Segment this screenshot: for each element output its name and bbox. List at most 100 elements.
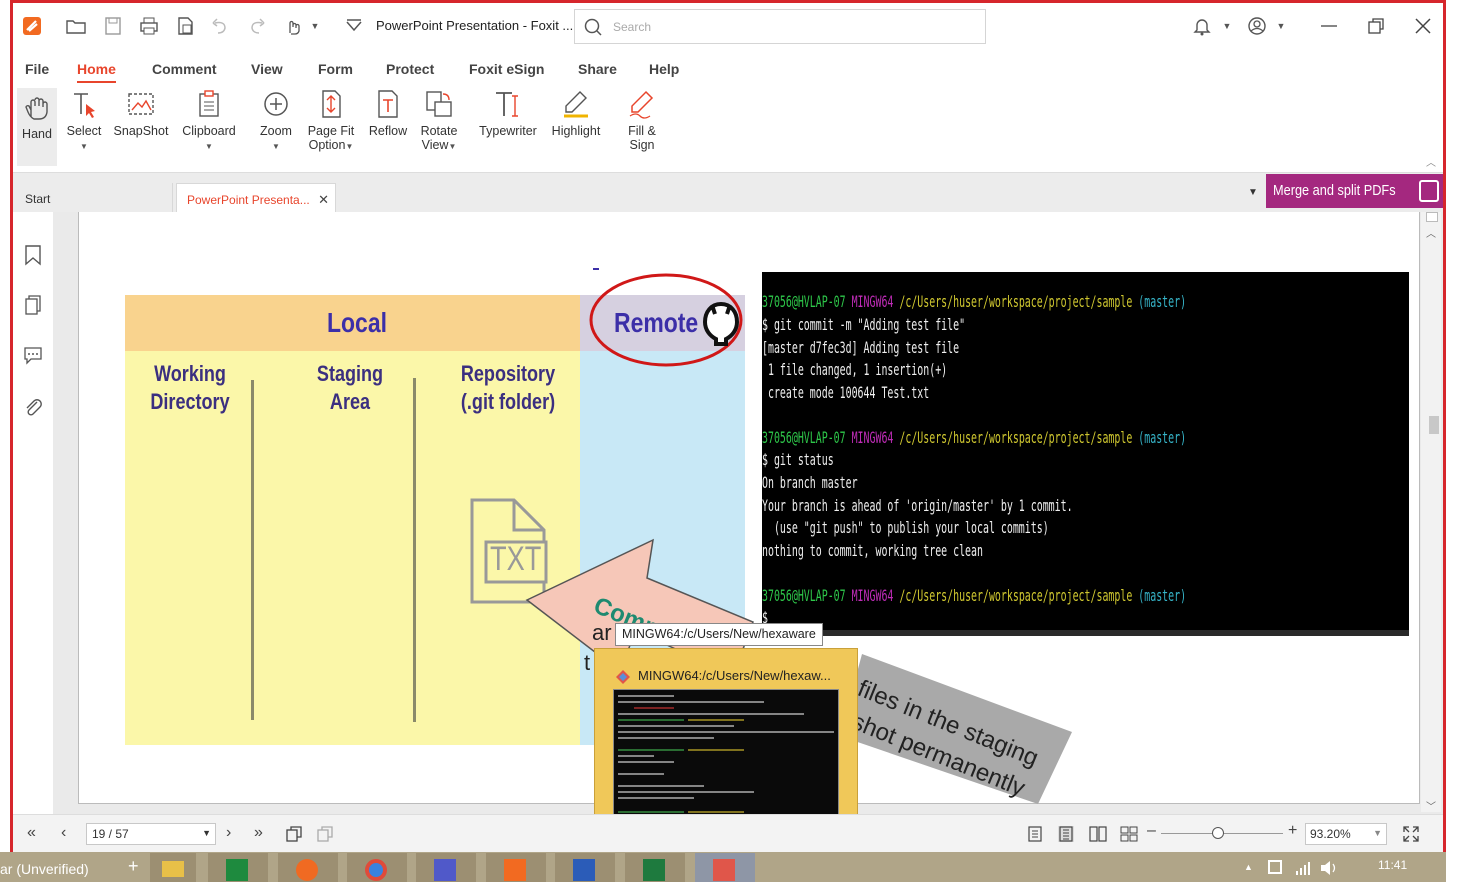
zoom-in-icon[interactable]: + [1288, 822, 1297, 840]
photos-icon[interactable] [695, 853, 755, 882]
snapshot-button[interactable]: SnapShot [111, 88, 171, 138]
menu-file[interactable]: File [25, 61, 49, 77]
redo-icon[interactable] [246, 15, 268, 37]
zoom-out-icon[interactable]: – [1147, 822, 1156, 840]
close-icon[interactable] [1412, 15, 1434, 37]
fullscreen-icon[interactable] [1402, 825, 1420, 843]
clipboard-button[interactable]: Clipboard ▼ [178, 88, 240, 152]
scrollbar-thumb[interactable] [1429, 416, 1439, 434]
bell-dropdown-icon[interactable]: ▼ [1216, 15, 1238, 37]
wifi-signal-icon[interactable] [1295, 860, 1311, 876]
undo-icon[interactable] [209, 15, 231, 37]
file-explorer-icon[interactable] [150, 853, 196, 882]
windows-taskbar: ar (Unverified) + ▲ 11:41 [0, 852, 1446, 882]
zoom-dropdown-icon[interactable]: ▼ [1373, 828, 1382, 838]
menu-comment[interactable]: Comment [152, 61, 217, 77]
window-frame-top [10, 0, 1446, 3]
hand-button[interactable]: Hand [17, 88, 57, 166]
pages-icon[interactable] [23, 294, 43, 316]
merge-split-pdfs-banner[interactable]: Merge and split PDFs [1266, 174, 1443, 208]
continuous-facing-view-icon[interactable] [1120, 826, 1138, 842]
tab-list-dropdown-icon[interactable]: ▼ [1248, 187, 1258, 198]
foxit-logo-icon[interactable] [22, 16, 42, 36]
print-icon[interactable] [138, 15, 160, 37]
attachment-icon[interactable] [23, 396, 43, 418]
page-number-input[interactable]: 19 / 57 ▼ [86, 823, 216, 845]
page-fit-dropdown-icon[interactable]: ▼ [345, 142, 353, 151]
facing-view-icon[interactable] [1089, 826, 1107, 842]
zoom-dropdown-icon[interactable]: ▼ [272, 142, 280, 151]
volume-icon[interactable] [1320, 860, 1338, 876]
previous-page-icon[interactable]: ‹ [61, 824, 66, 842]
menu-help[interactable]: Help [649, 61, 679, 77]
excel-green-icon[interactable] [208, 853, 268, 882]
network-icon[interactable] [1268, 860, 1282, 874]
taskbar-new-icon[interactable]: + [128, 856, 139, 877]
minimize-icon[interactable] [1318, 15, 1340, 37]
create-icon[interactable] [174, 15, 196, 37]
account-dropdown-icon[interactable]: ▼ [1270, 15, 1292, 37]
account-icon[interactable] [1246, 15, 1268, 37]
rotate-dropdown-icon[interactable]: ▼ [448, 142, 456, 151]
save-icon[interactable] [102, 15, 124, 37]
zoom-button[interactable]: Zoom ▼ [256, 88, 296, 152]
teams-icon[interactable] [416, 853, 476, 882]
tab-powerpoint-presentation[interactable]: PowerPoint Presenta... ✕ [176, 183, 336, 213]
menu-foxit-esign[interactable]: Foxit eSign [469, 61, 544, 77]
tab-start[interactable]: Start [15, 183, 173, 213]
menu-form[interactable]: Form [318, 61, 353, 77]
page-fit-button[interactable]: Page Fit Option▼ [304, 88, 358, 152]
highlight-button[interactable]: Highlight [546, 88, 606, 138]
select-dropdown-icon[interactable]: ▼ [80, 142, 88, 151]
select-button[interactable]: Select ▼ [65, 88, 103, 152]
next-view-icon[interactable] [316, 825, 334, 843]
first-page-icon[interactable]: « [27, 824, 36, 842]
menu-home[interactable]: Home [77, 61, 116, 83]
excel-icon[interactable] [625, 853, 685, 882]
search-box[interactable]: Search [574, 9, 986, 44]
next-page-icon[interactable]: › [226, 824, 231, 842]
ribbon-collapse-icon[interactable]: ︿ [1426, 154, 1436, 169]
scroll-up-icon[interactable]: ︿ [1426, 225, 1436, 240]
bell-icon[interactable] [1191, 15, 1213, 37]
page-dropdown-icon[interactable]: ▼ [202, 828, 211, 838]
word-icon[interactable] [555, 853, 615, 882]
menu-protect[interactable]: Protect [386, 61, 434, 77]
tab-close-icon[interactable]: ✕ [318, 192, 329, 208]
clipboard-icon [199, 90, 219, 117]
comments-icon[interactable] [23, 344, 43, 366]
customize-icon[interactable] [343, 15, 365, 37]
tab-start-label: Start [25, 192, 51, 206]
touch-icon[interactable] [282, 15, 304, 37]
terminal-out-1: [master d7fec3d] Adding test file [762, 338, 960, 357]
last-page-icon[interactable]: » [254, 824, 263, 842]
open-folder-icon[interactable] [65, 15, 87, 37]
fill-sign-button[interactable]: Fill & Sign [620, 88, 664, 152]
zoom-slider-thumb[interactable] [1212, 827, 1224, 839]
single-page-view-icon[interactable] [1027, 826, 1043, 842]
continuous-view-icon[interactable] [1058, 826, 1074, 842]
previous-view-icon[interactable] [285, 825, 303, 843]
foxit-icon[interactable] [486, 853, 546, 882]
terminal-out-4: On branch master [762, 473, 858, 492]
search-input[interactable]: Search [613, 20, 651, 34]
clipboard-dropdown-icon[interactable]: ▼ [205, 142, 213, 151]
zoom-level-select[interactable]: 93.20% ▼ [1305, 823, 1387, 845]
fill-sign-icon [629, 90, 654, 119]
terminal-prompt-3: 37056@HVLAP-07 MINGW64 /c/Users/huser/wo… [762, 586, 1187, 605]
restore-icon[interactable] [1365, 15, 1387, 37]
menu-share[interactable]: Share [578, 61, 617, 77]
scroll-down-icon[interactable]: ﹀ [1426, 798, 1436, 813]
reflow-button[interactable]: Reflow [366, 88, 410, 138]
col2-line2: Area [329, 389, 371, 414]
firefox-icon[interactable] [278, 853, 338, 882]
menu-view[interactable]: View [251, 61, 283, 77]
github-octocat-icon [703, 302, 739, 346]
rotate-view-button[interactable]: Rotate View▼ [416, 88, 462, 152]
bookmark-icon[interactable] [23, 244, 43, 266]
tray-expand-icon[interactable]: ▲ [1244, 862, 1253, 872]
typewriter-button[interactable]: Typewriter [475, 88, 541, 138]
chrome-icon[interactable] [347, 853, 407, 882]
vertical-scrollbar[interactable]: ︿ ﹀ [1421, 212, 1441, 813]
touch-dropdown-icon[interactable]: ▼ [304, 15, 326, 37]
